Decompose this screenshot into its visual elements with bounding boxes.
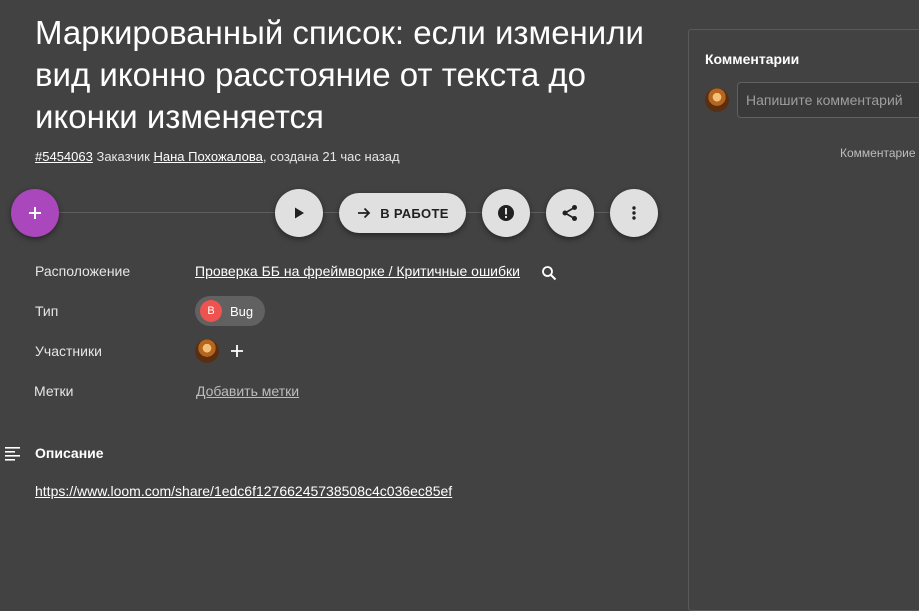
add-participant-icon[interactable] xyxy=(230,344,244,358)
user-avatar xyxy=(705,88,729,112)
play-button[interactable] xyxy=(275,189,323,237)
search-icon[interactable] xyxy=(541,265,557,281)
more-button[interactable] xyxy=(610,189,658,237)
comment-input[interactable] xyxy=(737,82,919,118)
plus-icon xyxy=(29,207,41,219)
tags-label: Метки xyxy=(34,383,74,399)
type-chip-avatar: B xyxy=(200,300,222,322)
participant-avatar[interactable] xyxy=(195,339,219,363)
description-link[interactable]: https://www.loom.com/share/1edc6f1276624… xyxy=(35,483,452,499)
more-vert-icon xyxy=(632,206,636,220)
play-icon xyxy=(295,207,304,219)
type-chip[interactable]: B Bug xyxy=(195,296,265,326)
created-text: , создана 21 час назад xyxy=(262,149,400,164)
type-label: Тип xyxy=(35,303,59,319)
participants-label: Участники xyxy=(35,343,102,359)
status-label: В РАБОТЕ xyxy=(380,205,449,221)
tags-value: Добавить метки xyxy=(196,383,299,399)
comments-title: Комментарии xyxy=(705,51,800,67)
location-link[interactable]: Проверка ББ на фреймворке / Критичные ош… xyxy=(195,263,520,279)
location-value: Проверка ББ на фреймворке / Критичные ош… xyxy=(195,263,520,279)
description-title: Описание xyxy=(35,445,104,461)
task-id-link[interactable]: #5454063 xyxy=(35,149,93,164)
status-button[interactable]: В РАБОТЕ xyxy=(339,193,466,233)
arrow-right-icon xyxy=(358,207,371,219)
task-meta: #5454063 Заказчик Нана Похожалова, созда… xyxy=(35,149,400,164)
type-chip-label: Bug xyxy=(230,303,254,319)
description-icon xyxy=(5,447,20,461)
share-button[interactable] xyxy=(546,189,594,237)
location-label: Расположение xyxy=(35,263,131,279)
comments-note: Комментарие xyxy=(840,146,916,160)
add-button[interactable] xyxy=(11,189,59,237)
alert-icon xyxy=(498,205,514,221)
priority-button[interactable] xyxy=(482,189,530,237)
share-icon xyxy=(562,205,577,221)
page-title: Маркированный список: если изменили вид … xyxy=(35,14,644,135)
comments-panel: Комментарии Комментарие xyxy=(688,29,919,611)
add-tags-link[interactable]: Добавить метки xyxy=(196,383,299,399)
customer-link[interactable]: Нана Похожалова xyxy=(153,149,262,164)
customer-prefix: Заказчик xyxy=(96,149,150,164)
